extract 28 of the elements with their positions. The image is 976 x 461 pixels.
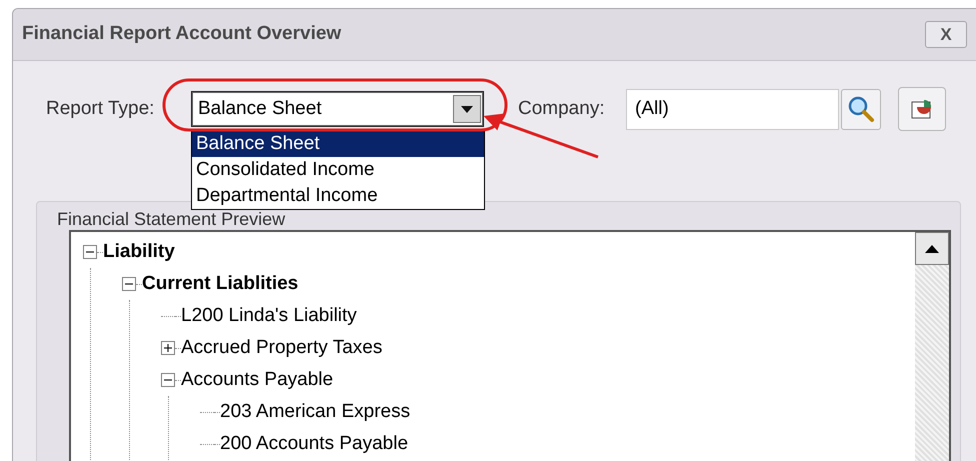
group-title: Financial Statement Preview <box>56 208 286 230</box>
window-title: Financial Report Account Overview <box>22 22 342 46</box>
tree-item[interactable]: Current Liablities <box>142 270 298 298</box>
tree-item[interactable]: Liability <box>103 238 175 266</box>
report-type-combobox[interactable]: Balance Sheet <box>191 91 484 127</box>
tree-item[interactable]: Accrued Property Taxes <box>181 334 382 362</box>
scrollbar[interactable] <box>915 232 949 461</box>
tree-item[interactable]: Accounts Payable <box>181 366 334 394</box>
dropdown-option[interactable]: Balance Sheet <box>192 131 484 157</box>
dropdown-option[interactable]: Consolidated Income <box>192 157 484 183</box>
up-arrow-icon <box>925 244 939 252</box>
collapse-icon[interactable] <box>161 373 175 387</box>
close-button[interactable]: X <box>925 21 967 48</box>
collapse-icon[interactable] <box>83 245 97 259</box>
caret-icon[interactable] <box>453 95 481 123</box>
company-field[interactable]: (All) <box>626 88 839 130</box>
company-label: Company: <box>518 96 606 121</box>
report-button[interactable] <box>898 87 946 131</box>
tree-item[interactable]: 200 Accounts Payable <box>220 430 408 458</box>
search-icon <box>847 95 875 123</box>
scroll-up-button[interactable] <box>915 232 949 265</box>
expand-icon[interactable] <box>161 341 175 355</box>
tree-item[interactable]: L200 Linda's Liability <box>181 302 357 330</box>
search-button[interactable] <box>841 88 881 130</box>
tree-item[interactable]: 203 American Express <box>220 398 410 426</box>
dropdown-option[interactable]: Departmental Income <box>192 183 484 209</box>
report-type-label: Report Type: <box>46 96 156 121</box>
collapse-icon[interactable] <box>122 277 136 291</box>
